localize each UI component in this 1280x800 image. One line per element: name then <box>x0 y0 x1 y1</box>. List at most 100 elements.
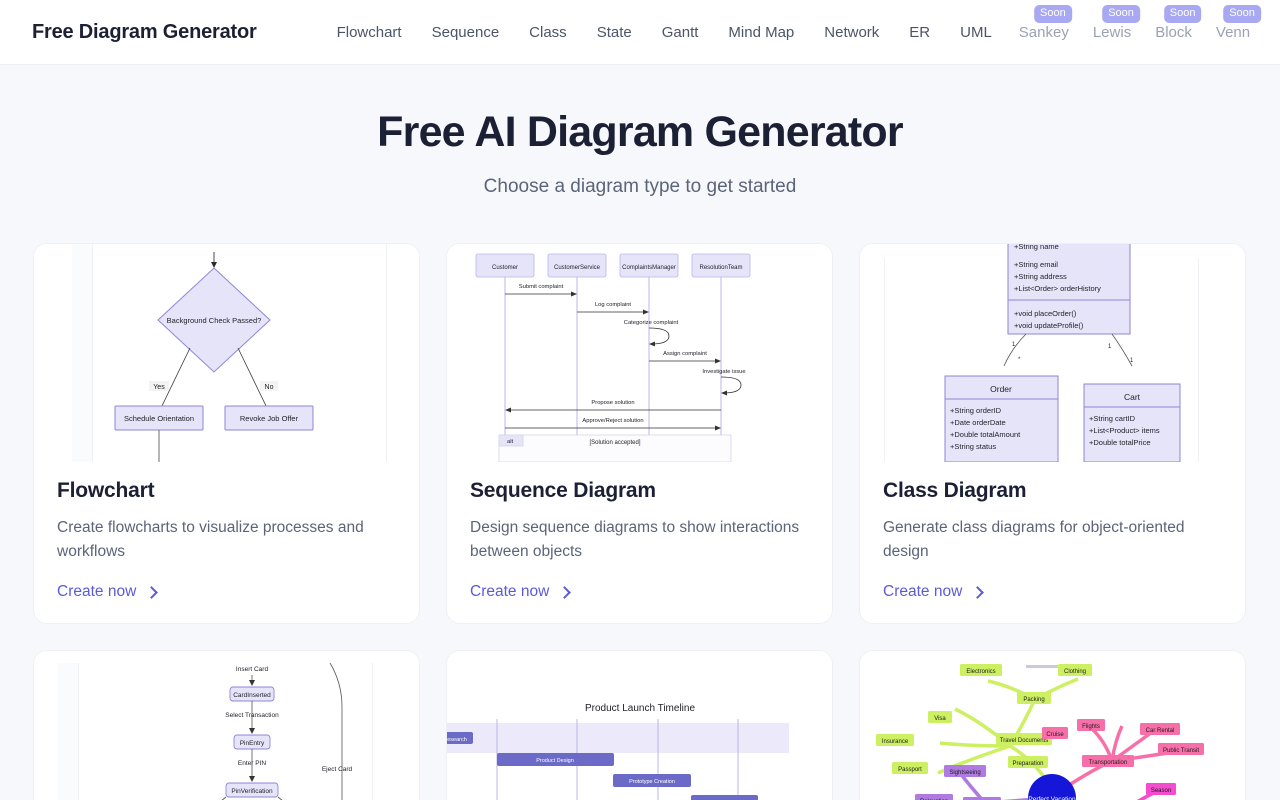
card-sequence[interactable]: Customer CustomerService ComplaintsManag… <box>446 243 833 624</box>
page-title: Free AI Diagram Generator <box>377 108 903 156</box>
soon-badge-block: Soon <box>1163 4 1202 23</box>
gantt-title: Product Launch Timeline <box>585 703 696 714</box>
chevron-right-icon <box>971 585 985 599</box>
mindmap-node-electronics: Electronics <box>966 669 995 675</box>
gantt-task-2: Prototype Creation <box>629 779 675 785</box>
state-preview-svg: Insert Card CardInserted Select Transact… <box>34 651 419 800</box>
create-now-label: Create now <box>883 583 963 600</box>
thumbnail-gantt: Product Launch Timeline Research Product… <box>447 651 832 800</box>
state-start-label: Insert Card <box>236 666 269 673</box>
class-order-attr-0: +String orderID <box>950 406 1002 415</box>
state-node-1: PinEntry <box>240 740 265 747</box>
soon-badge-sankey: Soon <box>1034 4 1072 23</box>
card-flowchart[interactable]: Background Check Passed? Yes No Schedule… <box>33 243 420 624</box>
flowchart-decision-label: Background Check Passed? <box>167 316 262 325</box>
thumbnail-mindmap: Travel Documents Preparation Passport Vi… <box>860 651 1245 800</box>
mindmap-node-insurance: Insurance <box>882 739 909 745</box>
sequence-message-5: Propose solution <box>591 400 634 406</box>
nav-item-sankey-label: Sankey <box>1018 23 1069 41</box>
nav-item-flowchart[interactable]: Flowchart <box>322 18 417 47</box>
mindmap-node-packing: Packing <box>1023 697 1044 703</box>
class-top-method-1: +void updateProfile() <box>1014 321 1084 330</box>
card-body-class: Class Diagram Generate class diagrams fo… <box>860 462 1245 623</box>
nav-item-uml[interactable]: UML <box>945 18 1007 47</box>
card-title-class: Class Diagram <box>883 479 1027 502</box>
thumbnail-class: +String name +String email +String addre… <box>860 244 1245 462</box>
sequence-message-0: Submit complaint <box>519 284 564 290</box>
mindmap-preview-svg: Travel Documents Preparation Passport Vi… <box>860 651 1245 800</box>
diagram-type-grid: Background Check Passed? Yes No Schedule… <box>33 243 1247 800</box>
mindmap-node-cruise: Cruise <box>1046 732 1064 738</box>
class-preview-svg: +String name +String email +String addre… <box>860 244 1245 462</box>
nav-item-mind-map[interactable]: Mind Map <box>713 18 809 47</box>
create-now-label: Create now <box>57 583 137 600</box>
mindmap-node-transportation: Transportation <box>1089 760 1127 766</box>
create-now-sequence[interactable]: Create now <box>470 583 809 601</box>
class-order-attr-3: +String status <box>950 442 996 451</box>
card-mindmap[interactable]: Travel Documents Preparation Passport Vi… <box>859 650 1246 800</box>
class-top-attr-3: +List<Order> orderHistory <box>1014 284 1101 293</box>
card-class[interactable]: +String name +String email +String addre… <box>859 243 1246 624</box>
nav-item-er[interactable]: ER <box>894 18 945 47</box>
card-gantt[interactable]: Product Launch Timeline Research Product… <box>446 650 833 800</box>
nav-links: Flowchart Sequence Class State Gantt Min… <box>322 4 1263 47</box>
chevron-right-icon <box>145 585 159 599</box>
sequence-message-2: Categorize complaint <box>624 320 679 326</box>
gantt-preview-svg: Product Launch Timeline Research Product… <box>447 651 832 800</box>
nav-item-gantt[interactable]: Gantt <box>647 18 714 47</box>
sequence-actor-2: ComplaintsManager <box>622 265 676 271</box>
mindmap-node-flights: Flights <box>1082 724 1100 730</box>
class-top-attr-2: +String address <box>1014 272 1067 281</box>
class-order-title: Order <box>990 384 1012 394</box>
gantt-task-0: Research <box>447 737 467 743</box>
mindmap-node-preparation: Preparation <box>1012 761 1043 767</box>
card-body-sequence: Sequence Diagram Design sequence diagram… <box>447 462 832 623</box>
mindmap-node-public-transit: Public Transit <box>1163 748 1199 754</box>
gantt-task-1: Product Design <box>536 758 574 764</box>
nav-item-sequence[interactable]: Sequence <box>417 18 515 47</box>
thumbnail-sequence: Customer CustomerService ComplaintsManag… <box>447 244 832 462</box>
create-now-class[interactable]: Create now <box>883 583 1222 601</box>
sequence-message-6: Approve/Reject solution <box>582 418 643 424</box>
mindmap-node-sightseeing: Sightseeing <box>949 770 980 776</box>
nav-item-state[interactable]: State <box>582 18 647 47</box>
thumbnail-state: Insert Card CardInserted Select Transact… <box>34 651 419 800</box>
mindmap-node-passport: Passport <box>898 767 922 773</box>
class-cart-attr-2: +Double totalPrice <box>1089 438 1151 447</box>
flowchart-yes-node: Schedule Orientation <box>124 414 194 423</box>
state-node-0: CardInserted <box>233 692 271 699</box>
class-top-method-0: +void placeOrder() <box>1014 309 1077 318</box>
sequence-alt-label: alt <box>507 439 514 445</box>
sequence-actor-1: CustomerService <box>554 265 601 271</box>
create-now-flowchart[interactable]: Create now <box>57 583 396 601</box>
mindmap-center-label: Perfect Vacation <box>1028 796 1076 800</box>
card-desc-flowchart: Create flowcharts to visualize processes… <box>57 519 364 560</box>
mindmap-node-season: Season <box>1151 788 1171 794</box>
mindmap-node-travel-documents: Travel Documents <box>1000 738 1048 744</box>
class-order-attr-1: +Date orderDate <box>950 418 1006 427</box>
state-node-2: PinVerification <box>231 788 273 795</box>
sequence-preview-svg: Customer CustomerService ComplaintsManag… <box>447 244 832 462</box>
hero-section: Free AI Diagram Generator Choose a diagr… <box>0 65 1280 198</box>
class-top-attr-0: +String name <box>1014 244 1059 251</box>
flowchart-no-label: No <box>265 384 274 391</box>
sequence-actor-3: ResolutionTeam <box>699 265 742 271</box>
mindmap-node-clothing: Clothing <box>1064 669 1086 675</box>
chevron-right-icon <box>558 585 572 599</box>
nav-item-lewis: Soon Lewis <box>1081 4 1143 47</box>
class-cart-attr-1: +List<Product> items <box>1089 426 1160 435</box>
flowchart-yes-label: Yes <box>153 384 165 391</box>
mindmap-node-car-rental: Car Rental <box>1146 728 1175 734</box>
nav-item-venn: Soon Venn <box>1204 4 1262 47</box>
mindmap-node-visa: Visa <box>934 716 946 722</box>
thumbnail-flowchart: Background Check Passed? Yes No Schedule… <box>34 244 419 462</box>
create-now-label: Create now <box>470 583 550 600</box>
card-desc-sequence: Design sequence diagrams to show interac… <box>470 519 800 560</box>
flowchart-preview-svg: Background Check Passed? Yes No Schedule… <box>34 244 419 462</box>
sequence-message-1: Log complaint <box>595 302 631 308</box>
nav-item-block: Soon Block <box>1143 4 1204 47</box>
nav-item-network[interactable]: Network <box>809 18 894 47</box>
card-state[interactable]: Insert Card CardInserted Select Transact… <box>33 650 420 800</box>
brand-title: Free Diagram Generator <box>32 20 257 43</box>
nav-item-class[interactable]: Class <box>514 18 582 47</box>
